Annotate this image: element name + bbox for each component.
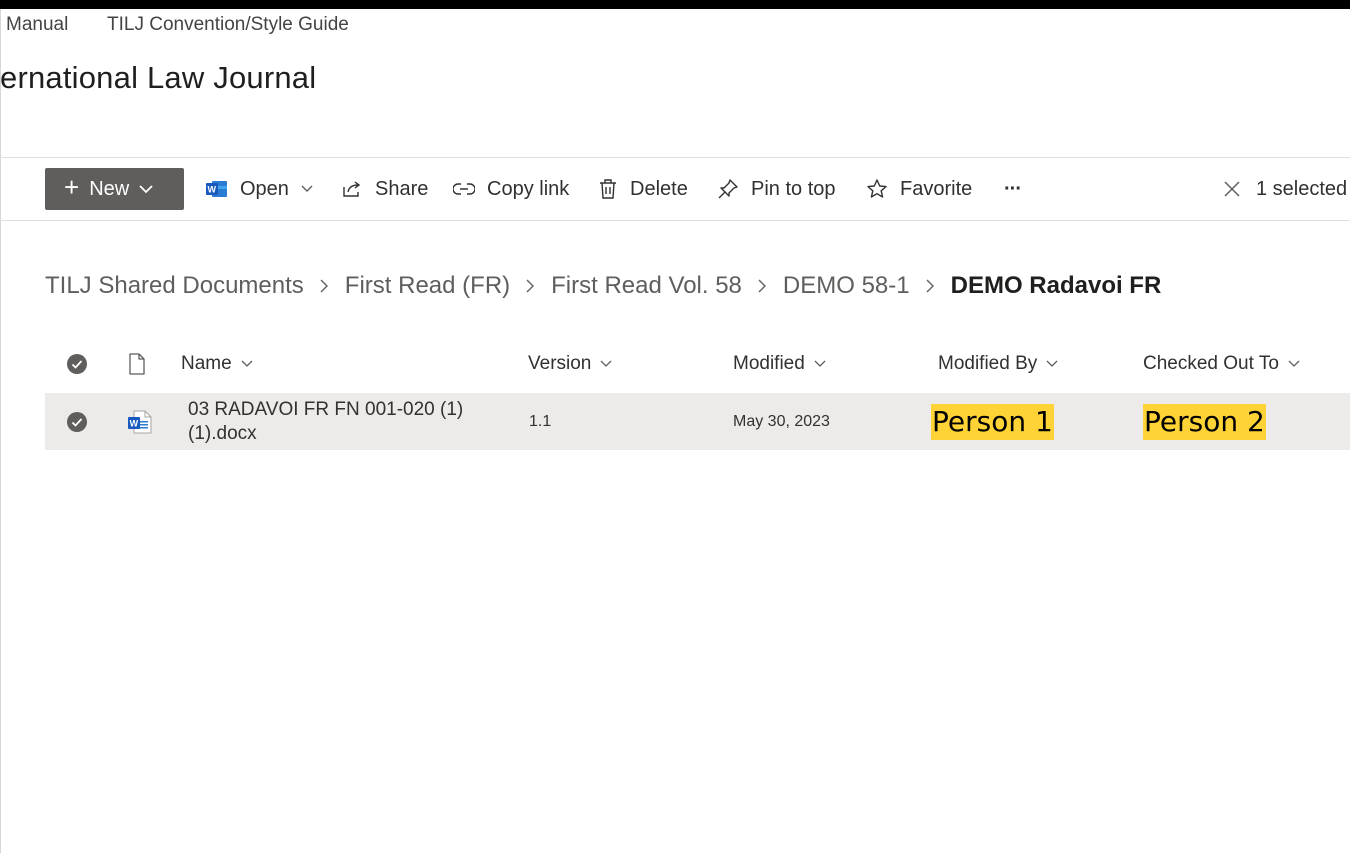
- chevron-right-icon: [526, 279, 535, 293]
- table-row[interactable]: W 03 RADAVOI FR FN 001-020 (1) (1).docx …: [45, 393, 1350, 450]
- favorite-button[interactable]: Favorite: [866, 158, 972, 220]
- open-button[interactable]: W Open: [206, 158, 313, 220]
- breadcrumb-item-first-read-vol[interactable]: First Read Vol. 58: [551, 272, 742, 300]
- column-header-name[interactable]: Name: [181, 340, 253, 388]
- favorite-label: Favorite: [900, 177, 973, 200]
- site-title[interactable]: ernational Law Journal: [0, 60, 316, 96]
- column-header-name-label: Name: [181, 353, 232, 374]
- checked-out-to-person: Person 2: [1143, 403, 1266, 440]
- delete-label: Delete: [630, 177, 688, 200]
- breadcrumb-item-first-read[interactable]: First Read (FR): [345, 272, 510, 300]
- modified-cell: May 30, 2023: [733, 412, 830, 430]
- list-header: Name Version Modified Modified By Checke…: [45, 340, 1350, 388]
- modified-by-person: Person 1: [931, 403, 1054, 440]
- pin-icon: [717, 178, 739, 200]
- copy-link-button[interactable]: Copy link: [453, 158, 569, 220]
- command-bar: + New W Open Share Copy link Delete Pin …: [0, 157, 1350, 221]
- svg-text:W: W: [208, 185, 217, 195]
- file-type-column-header[interactable]: [128, 340, 146, 388]
- chevron-down-icon: [814, 360, 826, 368]
- share-button[interactable]: Share: [341, 158, 428, 220]
- selected-count: 1 selected: [1256, 177, 1348, 200]
- copy-link-label: Copy link: [487, 177, 570, 200]
- chevron-down-icon: [139, 185, 153, 194]
- more-options-button[interactable]: ···: [1004, 158, 1022, 220]
- top-nav-item-style-guide[interactable]: TILJ Convention/Style Guide: [107, 14, 349, 36]
- share-label: Share: [375, 177, 429, 200]
- file-name-line-2: (1).docx: [188, 422, 257, 444]
- chevron-down-icon[interactable]: [301, 185, 313, 193]
- svg-text:W: W: [130, 418, 139, 428]
- chevron-down-icon: [600, 360, 612, 368]
- check-circle-icon: [67, 411, 87, 432]
- new-button-label: New: [89, 177, 130, 200]
- window-top-border: [0, 0, 1350, 9]
- star-icon: [866, 178, 888, 200]
- file-icon: [129, 353, 145, 375]
- column-header-modified[interactable]: Modified: [733, 340, 826, 388]
- file-name-link[interactable]: 03 RADAVOI FR FN 001-020 (1) (1).docx: [188, 393, 508, 450]
- chevron-right-icon: [926, 279, 935, 293]
- row-checkbox[interactable]: [66, 393, 88, 450]
- column-header-version-label: Version: [528, 353, 592, 374]
- chevron-right-icon: [320, 279, 329, 293]
- select-all-checkbox[interactable]: [66, 340, 88, 388]
- checked-out-to-cell[interactable]: Person 2: [1143, 393, 1266, 450]
- version-cell: 1.1: [529, 412, 552, 430]
- word-file-icon: W: [127, 393, 153, 450]
- modified-by-cell[interactable]: Person 1: [931, 393, 1054, 450]
- new-button[interactable]: + New: [45, 168, 184, 210]
- chevron-down-icon: [1046, 360, 1058, 368]
- column-header-modified-by[interactable]: Modified By: [938, 340, 1058, 388]
- column-header-modified-label: Modified: [733, 353, 805, 374]
- link-icon: [453, 181, 475, 197]
- top-nav-item-manual[interactable]: Manual: [6, 14, 68, 36]
- open-label: Open: [240, 177, 289, 200]
- clear-selection-button[interactable]: 1 selected: [1223, 158, 1347, 220]
- trash-icon: [598, 178, 618, 200]
- word-icon: W: [206, 179, 228, 199]
- chevron-down-icon: [1288, 360, 1300, 368]
- chevron-down-icon: [241, 360, 253, 368]
- left-divider: [0, 9, 1, 853]
- column-header-checked-out-to-label: Checked Out To: [1143, 353, 1279, 374]
- pin-to-top-label: Pin to top: [751, 177, 836, 200]
- chevron-right-icon: [758, 279, 767, 293]
- close-icon: [1223, 180, 1241, 198]
- breadcrumb-current: DEMO Radavoi FR: [950, 272, 1162, 299]
- breadcrumb: TILJ Shared Documents First Read (FR) Fi…: [45, 270, 1161, 302]
- pin-to-top-button[interactable]: Pin to top: [717, 158, 836, 220]
- column-header-checked-out-to[interactable]: Checked Out To: [1143, 340, 1300, 388]
- column-header-version[interactable]: Version: [528, 340, 612, 388]
- breadcrumb-item-shared-documents[interactable]: TILJ Shared Documents: [45, 272, 304, 300]
- share-icon: [341, 179, 363, 199]
- plus-icon: +: [64, 172, 80, 202]
- column-header-modified-by-label: Modified By: [938, 353, 1038, 374]
- file-name-line-1: 03 RADAVOI FR FN 001-020 (1): [188, 398, 464, 420]
- delete-button[interactable]: Delete: [598, 158, 688, 220]
- check-circle-icon: [67, 354, 87, 374]
- breadcrumb-item-demo[interactable]: DEMO 58-1: [783, 272, 910, 300]
